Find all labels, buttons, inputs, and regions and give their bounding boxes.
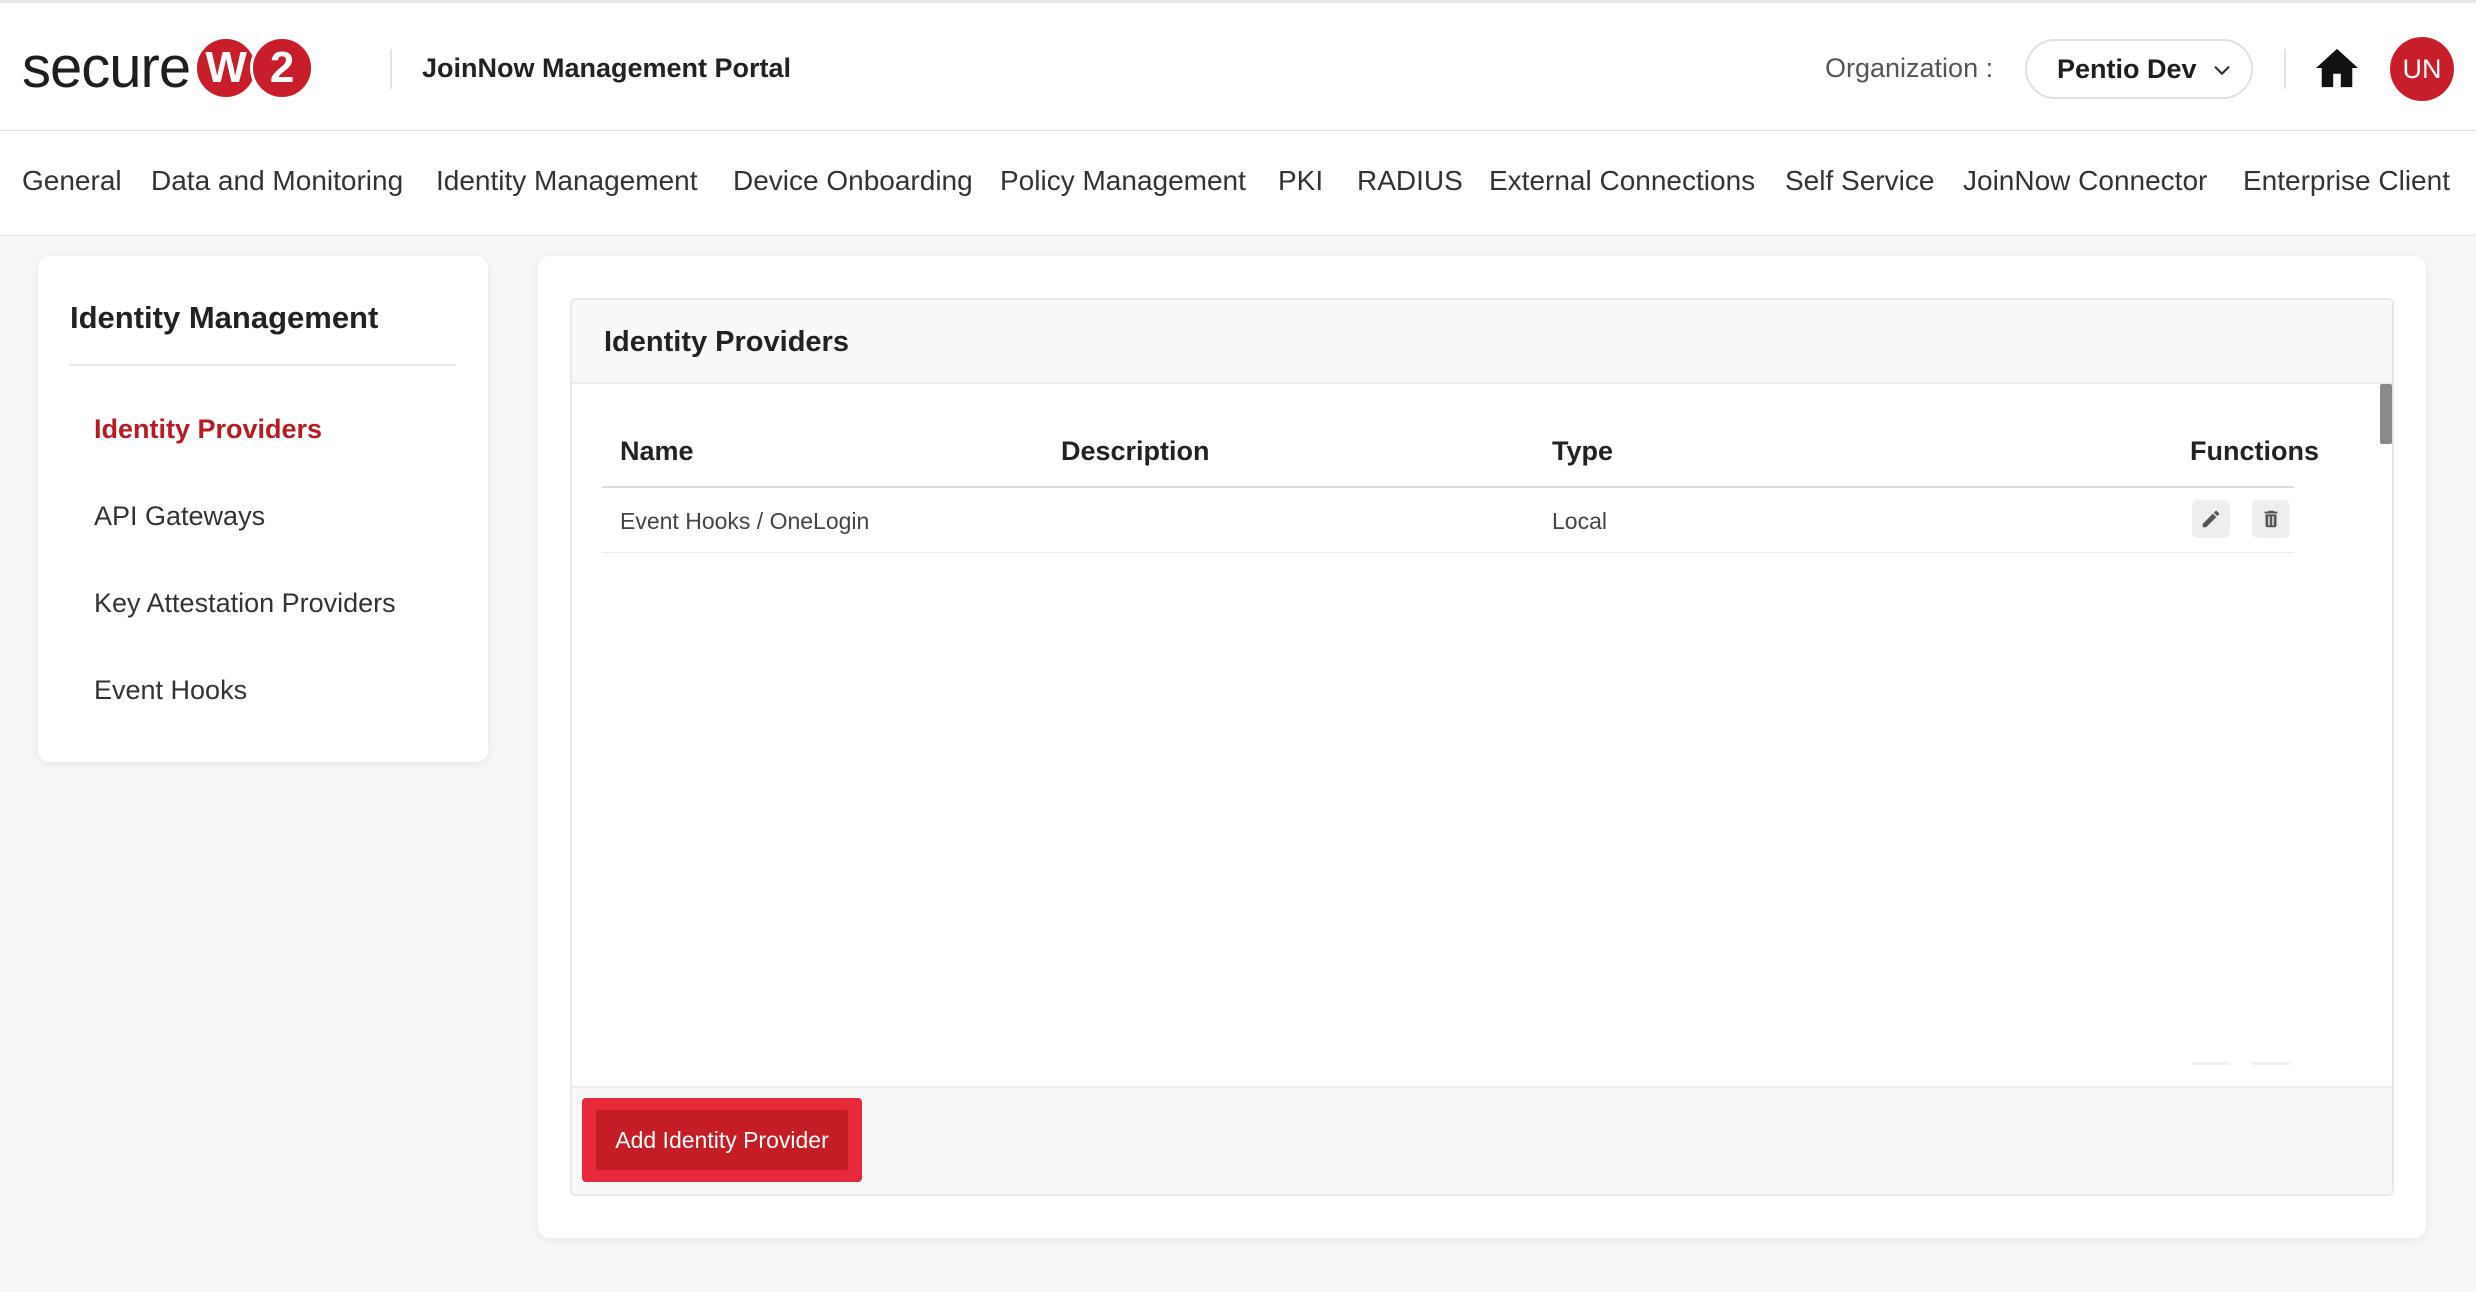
panel-title: Identity Providers — [604, 326, 849, 358]
nav-general[interactable]: General — [22, 165, 122, 197]
column-header-type[interactable]: Type — [1552, 436, 1613, 467]
sidebar: Identity Management Identity Providers A… — [38, 256, 488, 762]
nav-pki[interactable]: PKI — [1278, 165, 1323, 197]
add-identity-provider-button[interactable]: Add Identity Provider — [596, 1110, 848, 1170]
row-name[interactable]: Event Hooks / OneLogin — [620, 508, 869, 535]
nav-radius[interactable]: RADIUS — [1357, 165, 1463, 197]
chevron-down-icon — [2214, 66, 2230, 75]
trash-icon — [2264, 510, 2278, 528]
sidebar-item-key-attestation-providers[interactable]: Key Attestation Providers — [94, 588, 396, 619]
add-button-highlight: Add Identity Provider — [582, 1098, 862, 1182]
column-header-name[interactable]: Name — [620, 436, 694, 467]
top-bar: secure W 2 JoinNow Management Portal Org… — [0, 0, 2476, 131]
sidebar-item-identity-providers[interactable]: Identity Providers — [94, 414, 322, 445]
nav-joinnow-connector[interactable]: JoinNow Connector — [1963, 165, 2207, 197]
nav-policy-management[interactable]: Policy Management — [1000, 165, 1246, 197]
header-divider — [390, 49, 392, 89]
column-header-functions: Functions — [2190, 436, 2319, 466]
pencil-icon — [2202, 510, 2220, 528]
table-header-divider — [602, 486, 2294, 488]
sidebar-divider — [70, 364, 456, 366]
sidebar-item-event-hooks[interactable]: Event Hooks — [94, 675, 247, 706]
organization-value: Pentio Dev — [2057, 53, 2197, 84]
column-header-description[interactable]: Description — [1061, 436, 1210, 467]
nav-data-and-monitoring[interactable]: Data and Monitoring — [151, 165, 403, 197]
panel-footer: Add Identity Provider — [572, 1086, 2392, 1194]
edit-button[interactable] — [2192, 500, 2230, 538]
organization-select[interactable]: Pentio Dev — [2025, 39, 2253, 99]
faint-placeholder — [2252, 1062, 2290, 1065]
identity-providers-panel: Identity Providers Name Description Type… — [570, 298, 2394, 1196]
nav-device-onboarding[interactable]: Device Onboarding — [733, 165, 973, 197]
nav-external-connections[interactable]: External Connections — [1489, 165, 1755, 197]
home-icon[interactable] — [2314, 47, 2360, 89]
main-nav: General Data and Monitoring Identity Man… — [0, 131, 2476, 236]
faint-placeholder — [2192, 1062, 2230, 1065]
logo-circle-w: W — [194, 36, 259, 100]
securew2-logo[interactable]: secure W 2 — [22, 33, 315, 103]
header-divider — [2284, 49, 2286, 89]
logo-circle-2: 2 — [250, 36, 315, 100]
portal-title: JoinNow Management Portal — [422, 53, 792, 83]
sidebar-item-api-gateways[interactable]: API Gateways — [94, 501, 265, 532]
sidebar-title: Identity Management — [70, 300, 379, 335]
logo-mark: W 2 — [194, 36, 315, 100]
delete-button[interactable] — [2252, 500, 2290, 538]
panel-header: Identity Providers — [572, 300, 2392, 384]
row-type: Local — [1552, 508, 1607, 534]
nav-identity-management[interactable]: Identity Management — [436, 165, 698, 197]
logo-text: secure — [22, 35, 191, 100]
user-avatar[interactable]: UN — [2390, 37, 2454, 101]
main-content: Identity Providers Name Description Type… — [538, 256, 2426, 1238]
nav-self-service[interactable]: Self Service — [1785, 165, 1934, 197]
table-scrollbar[interactable] — [2380, 384, 2392, 444]
nav-enterprise-client[interactable]: Enterprise Client — [2243, 165, 2450, 197]
organization-label: Organization : — [1825, 53, 1994, 83]
row-divider — [602, 552, 2294, 553]
